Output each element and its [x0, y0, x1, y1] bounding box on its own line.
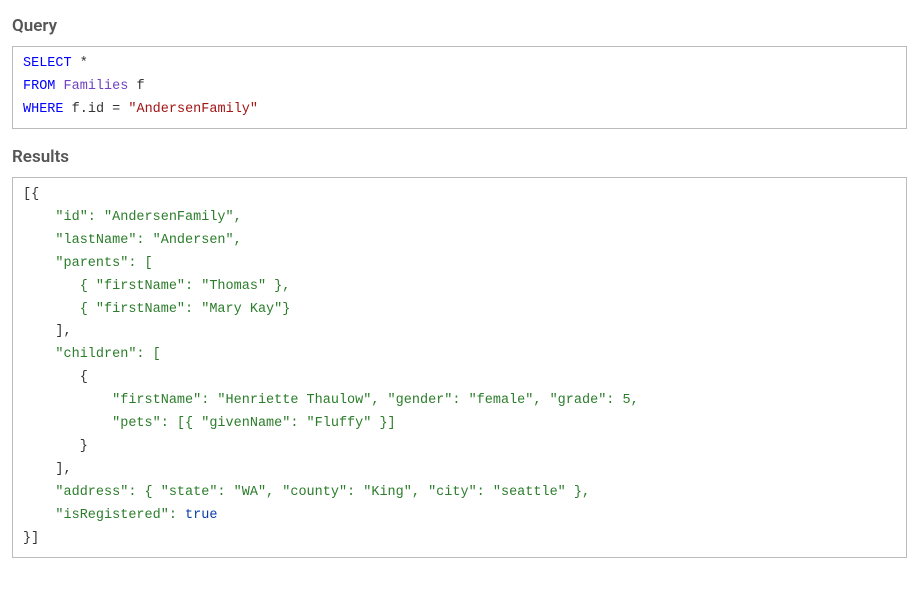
query-line-select: SELECT *: [23, 56, 88, 71]
query-heading: Query: [12, 16, 907, 36]
results-lastname: "lastName": "Andersen",: [23, 233, 242, 248]
results-children-close: ],: [23, 462, 72, 477]
results-child-0b: "pets": [{ "givenName": "Fluffy" }]: [23, 416, 396, 431]
results-parents-open: "parents": [: [23, 256, 153, 271]
results-child-0a: "firstName": "Henriette Thaulow", "gende…: [23, 393, 639, 408]
kw-from: FROM: [23, 79, 55, 94]
query-code-block: SELECT * FROM Families f WHERE f.id = "A…: [12, 46, 907, 129]
results-parents-close: ],: [23, 324, 72, 339]
results-isregistered: "isRegistered": true: [23, 508, 217, 523]
results-isregistered-key: "isRegistered":: [23, 508, 185, 523]
query-line-where: WHERE f.id = "AndersenFamily": [23, 102, 258, 117]
select-star: *: [80, 56, 88, 71]
results-address: "address": { "state": "WA", "county": "K…: [23, 485, 590, 500]
where-lhs-dot: .: [80, 102, 88, 117]
where-lhs-obj: f: [72, 102, 80, 117]
from-alias: f: [136, 79, 144, 94]
results-parent-1: { "firstName": "Mary Kay"}: [23, 302, 290, 317]
results-close: }]: [23, 531, 39, 546]
results-heading: Results: [12, 147, 907, 167]
results-parent-0: { "firstName": "Thomas" },: [23, 279, 290, 294]
kw-select: SELECT: [23, 56, 72, 71]
results-children-open: "children": [: [23, 347, 161, 362]
where-rhs: "AndersenFamily": [128, 102, 258, 117]
results-children-obj-close: }: [23, 439, 88, 454]
results-code-block: [{ "id": "AndersenFamily", "lastName": "…: [12, 177, 907, 558]
where-op: =: [112, 102, 120, 117]
results-children-obj-open: {: [23, 370, 88, 385]
kw-where: WHERE: [23, 102, 64, 117]
query-line-from: FROM Families f: [23, 79, 145, 94]
where-lhs-prop: id: [88, 102, 104, 117]
from-table: Families: [64, 79, 129, 94]
results-id: "id": "AndersenFamily",: [23, 210, 242, 225]
results-isregistered-val: true: [185, 508, 217, 523]
results-open: [{: [23, 187, 39, 202]
